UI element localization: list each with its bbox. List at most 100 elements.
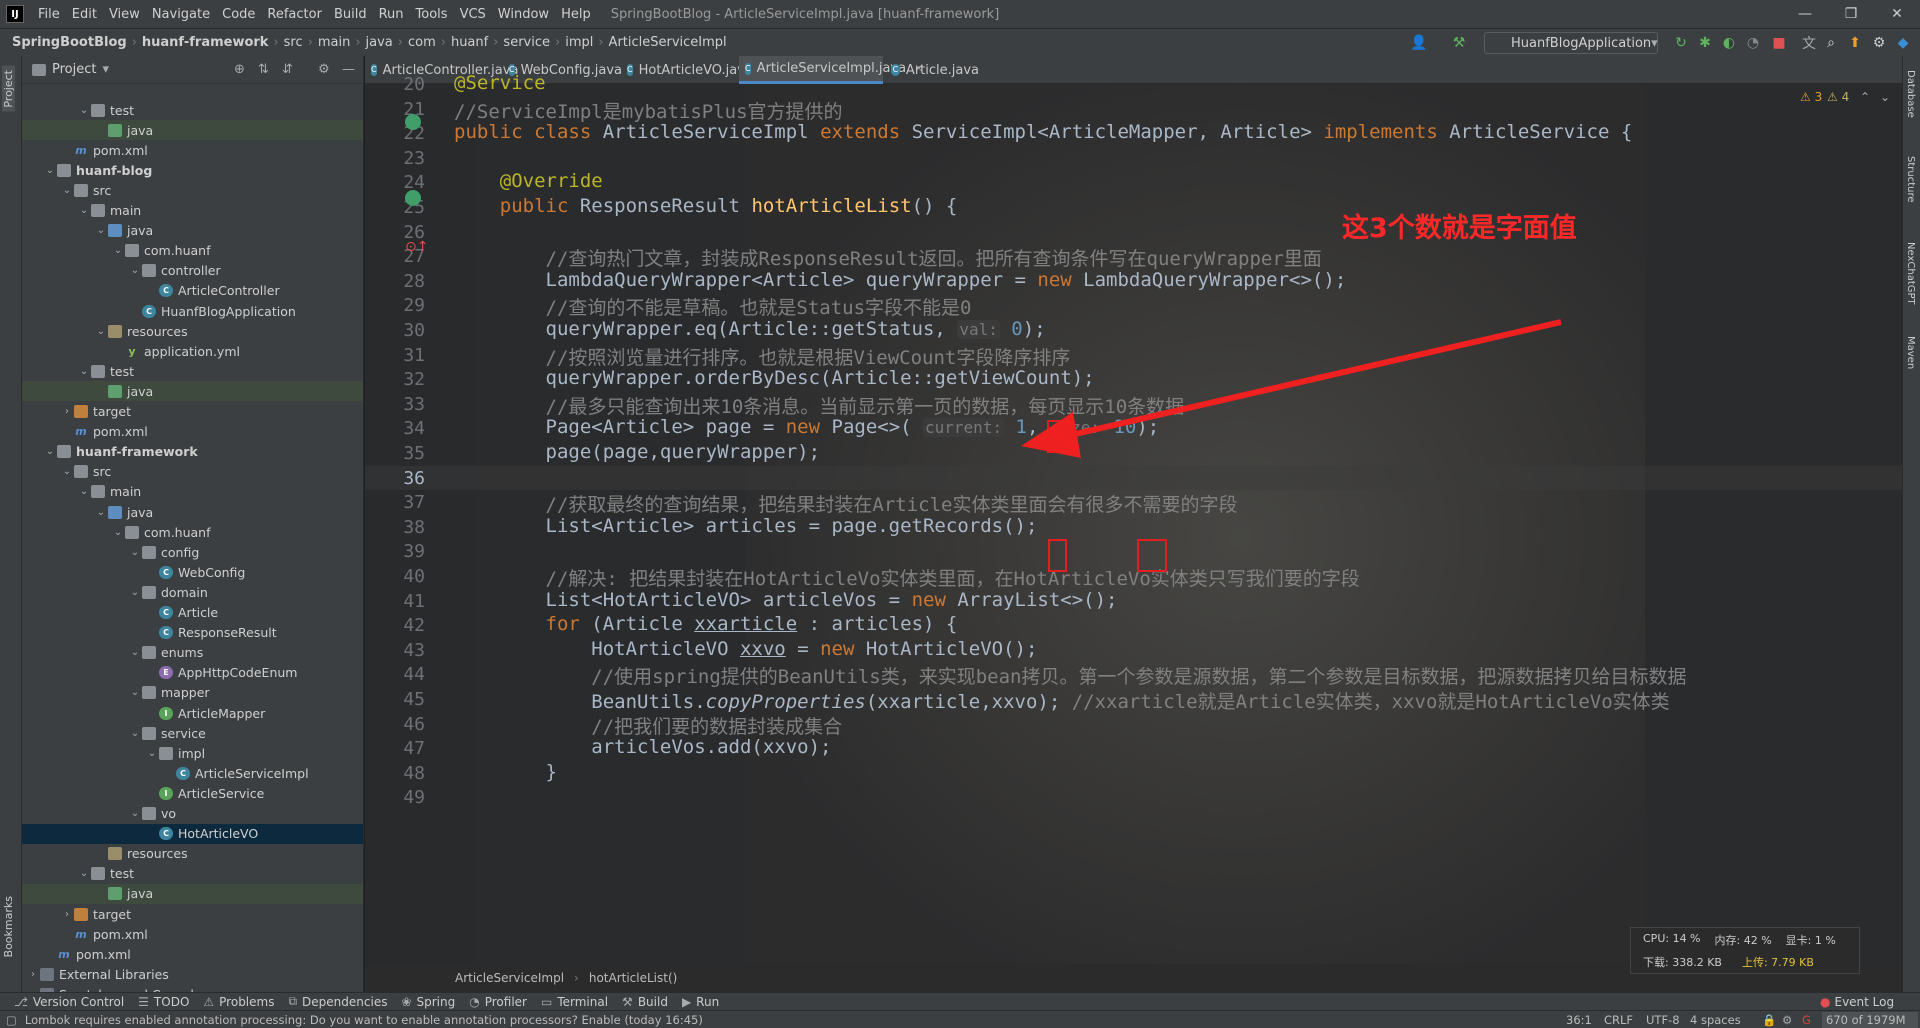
chevron-down-icon[interactable]: ⌄: [111, 527, 125, 538]
chevron-down-icon[interactable]: ⌄: [77, 486, 91, 497]
tree-item[interactable]: ⌄ java: [22, 221, 363, 241]
chevron-down-icon[interactable]: ⌄: [94, 507, 108, 518]
restore-icon[interactable]: ❐: [1828, 0, 1874, 28]
toolwindow-build[interactable]: ⚒ Build: [622, 995, 668, 1009]
chevron-right-icon[interactable]: ›: [26, 969, 40, 980]
project-view-select[interactable]: Project: [52, 62, 96, 77]
coverage-icon[interactable]: ◐: [1720, 34, 1738, 52]
memory-indicator[interactable]: 670 of 1979M: [1822, 1012, 1918, 1028]
tree-item[interactable]: ›Scratches and Consoles: [22, 984, 363, 992]
caret-position[interactable]: 36:1: [1566, 1013, 1592, 1027]
rerun-icon[interactable]: ↻: [1672, 34, 1690, 52]
tree-item[interactable]: ⌄ huanf-framework: [22, 442, 363, 462]
menu-navigate[interactable]: Navigate: [146, 7, 216, 22]
tree-item[interactable]: ⌄ test: [22, 361, 363, 381]
tree-item[interactable]: › target: [22, 402, 363, 422]
maven-tool-tab[interactable]: Maven: [1905, 336, 1916, 369]
tree-item[interactable]: java: [22, 120, 363, 141]
user-icon[interactable]: 👤: [1410, 34, 1428, 52]
menu-file[interactable]: File: [32, 7, 66, 22]
expand-all-icon[interactable]: ⇅: [258, 62, 269, 77]
bookmarks-tool-tab[interactable]: Bookmarks: [2, 896, 15, 957]
project-tool-tab[interactable]: Project: [2, 66, 15, 112]
tree-item[interactable]: C Article: [22, 603, 363, 623]
chevron-down-icon[interactable]: ⌄: [60, 185, 74, 196]
menu-help[interactable]: Help: [555, 7, 597, 22]
tree-item[interactable]: resources: [22, 844, 363, 864]
file-encoding[interactable]: UTF-8: [1646, 1013, 1680, 1027]
tree-item[interactable]: C HotArticleVO: [22, 823, 363, 844]
tree-item[interactable]: C ArticleController: [22, 281, 363, 301]
tree-item[interactable]: C ResponseResult: [22, 623, 363, 643]
run-configuration-select[interactable]: HuanfBlogApplication ▾: [1484, 32, 1658, 54]
menu-vcs[interactable]: VCS: [454, 7, 492, 22]
settings-icon[interactable]: ⚙: [1870, 34, 1888, 52]
tree-item[interactable]: ⌄ controller: [22, 261, 363, 281]
toolwindow-terminal[interactable]: ▭ Terminal: [541, 995, 608, 1009]
breadcrumb-com[interactable]: com: [405, 35, 439, 50]
tree-item[interactable]: java: [22, 381, 363, 402]
tree-item[interactable]: ⌄ domain: [22, 582, 363, 602]
tree-item[interactable]: y application.yml: [22, 341, 363, 361]
breadcrumb-module[interactable]: huanf-framework: [139, 35, 272, 50]
hide-panel-icon[interactable]: —: [342, 62, 355, 77]
nexchatgpt-tool-tab[interactable]: NexChatGPT: [1905, 242, 1916, 305]
chevron-down-icon[interactable]: ⌄: [94, 326, 108, 337]
tree-item[interactable]: ⌄ config: [22, 542, 363, 562]
tree-item[interactable]: ⌄ src: [22, 180, 363, 200]
chevron-down-icon[interactable]: ⌄: [128, 808, 142, 819]
menu-window[interactable]: Window: [492, 7, 555, 22]
database-tool-tab[interactable]: Database: [1905, 70, 1916, 118]
tree-item[interactable]: ⌄ huanf-blog: [22, 160, 363, 180]
chevron-down-icon[interactable]: ⌄: [128, 687, 142, 698]
tree-item[interactable]: ⌄ enums: [22, 643, 363, 663]
chevron-down-icon[interactable]: ⌄: [128, 647, 142, 658]
chevron-down-icon[interactable]: ⌄: [111, 245, 125, 256]
toolwindow-problems[interactable]: ⚠ Problems: [203, 995, 274, 1009]
inspector-icon[interactable]: ⚙: [1782, 1013, 1792, 1027]
structure-tool-tab[interactable]: Structure: [1905, 156, 1916, 203]
breadcrumb-class-name[interactable]: ArticleServiceImpl: [455, 971, 564, 985]
update-icon[interactable]: ⬆: [1846, 34, 1864, 52]
gear-icon[interactable]: ⚙: [318, 62, 330, 77]
menu-tools[interactable]: Tools: [410, 7, 454, 22]
tree-item[interactable]: java: [22, 883, 363, 904]
collapse-all-icon[interactable]: ⇵: [282, 62, 293, 77]
tree-item[interactable]: m pom.xml: [22, 944, 363, 964]
toolwindow-dependencies[interactable]: ⧉ Dependencies: [288, 994, 387, 1009]
line-separator[interactable]: CRLF: [1604, 1013, 1633, 1027]
breadcrumb-project[interactable]: SpringBootBlog: [9, 35, 130, 50]
status-message[interactable]: Lombok requires enabled annotation proce…: [25, 1013, 703, 1027]
chevron-right-icon[interactable]: ›: [60, 406, 74, 417]
toolwindow-version-control[interactable]: ⎇ Version Control: [14, 995, 124, 1009]
tree-item[interactable]: m pom.xml: [22, 422, 363, 442]
menu-edit[interactable]: Edit: [66, 7, 103, 22]
tree-item[interactable]: › External Libraries: [22, 964, 363, 984]
menu-code[interactable]: Code: [216, 7, 261, 22]
chevron-down-icon[interactable]: ⌄: [77, 105, 91, 116]
chevron-down-icon[interactable]: ⌄: [128, 547, 142, 558]
tree-item[interactable]: ⌄ impl: [22, 743, 363, 763]
menu-view[interactable]: View: [103, 7, 146, 22]
tree-item[interactable]: ⌄ main: [22, 201, 363, 221]
chevron-down-icon[interactable]: ⌄: [94, 225, 108, 236]
event-log-button[interactable]: ● Event Log: [1820, 995, 1894, 1009]
breadcrumb-impl[interactable]: impl: [562, 35, 596, 50]
tree-item[interactable]: I ArticleService: [22, 783, 363, 803]
menu-run[interactable]: Run: [373, 7, 410, 22]
locate-icon[interactable]: ⊕: [234, 62, 245, 77]
tree-item[interactable]: I ArticleMapper: [22, 703, 363, 723]
search-icon[interactable]: ⌕: [1822, 34, 1840, 52]
tree-item[interactable]: › target: [22, 904, 363, 924]
chevron-down-icon[interactable]: ⌄: [77, 868, 91, 879]
chevron-down-icon[interactable]: ⌄: [43, 446, 57, 457]
lock-icon[interactable]: 🔒: [1762, 1013, 1776, 1027]
chevron-down-icon[interactable]: ⌄: [60, 466, 74, 477]
debug-icon[interactable]: ✱: [1696, 34, 1714, 52]
breadcrumb-src[interactable]: src: [281, 35, 306, 50]
toolwindow-todo[interactable]: ☰ TODO: [138, 995, 189, 1009]
close-window-icon[interactable]: ✕: [1874, 0, 1920, 28]
chevron-down-icon[interactable]: ⌄: [77, 366, 91, 377]
tree-item[interactable]: ⌄ test: [22, 864, 363, 884]
chevron-down-icon[interactable]: ⌄: [43, 165, 57, 176]
